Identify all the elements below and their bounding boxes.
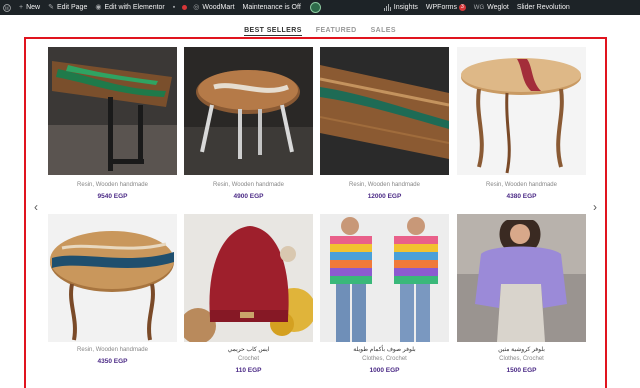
product-categories: Resin, Wooden handmade xyxy=(77,347,148,353)
product-categories: Resin, Wooden handmade xyxy=(349,182,420,188)
product-image[interactable] xyxy=(320,47,449,175)
admin-bar: W + New ✎ Edit Page ◉ Edit with Elementor ▪… xyxy=(0,0,640,15)
tab-sales[interactable]: SALES xyxy=(371,27,396,36)
product-categories: Resin, Wooden handmade xyxy=(486,182,557,188)
product-price: 9540 EGP xyxy=(97,193,128,200)
product-price: 12000 EGP xyxy=(367,193,402,200)
product-price: 4380 EGP xyxy=(506,193,537,200)
slider-revolution-menu[interactable]: Slider Revolution xyxy=(513,0,574,15)
product-image[interactable] xyxy=(320,214,449,342)
insights-icon xyxy=(383,4,391,11)
wpforms-menu[interactable]: WPForms 3 xyxy=(422,0,470,15)
product-card[interactable]: Resin, Wooden handmade 4350 EGP xyxy=(48,214,177,366)
svg-text:W: W xyxy=(5,5,10,11)
product-price: 1000 EGP xyxy=(369,367,400,374)
wpforms-count-badge: 3 xyxy=(459,4,466,11)
product-card[interactable]: Resin, Wooden handmade 9540 EGP xyxy=(48,47,177,201)
carousel-prev-arrow-icon[interactable]: ‹ xyxy=(31,200,41,214)
product-card[interactable]: بلوفر صوف بأكمام طويلة Clothes, Crochet … xyxy=(320,214,449,375)
product-title[interactable]: بلوفر صوف بأكمام طويلة xyxy=(320,347,449,354)
status-dot-icon xyxy=(182,5,188,10)
product-image[interactable] xyxy=(457,47,586,175)
tab-featured[interactable]: FEATURED xyxy=(316,27,357,36)
product-card[interactable]: بلوفر كروشية مثين Clothes, Crochet 1500 … xyxy=(457,214,586,375)
product-price: 4350 EGP xyxy=(97,358,128,365)
tab-best-sellers[interactable]: BEST SELLERS xyxy=(244,27,302,36)
product-card[interactable]: Resin, Wooden handmade 12000 EGP xyxy=(320,47,449,201)
product-card[interactable]: Resin, Wooden handmade 4380 EGP xyxy=(457,47,586,201)
product-image[interactable] xyxy=(48,47,177,175)
new-menu[interactable]: + New xyxy=(15,0,44,15)
product-card[interactable]: ايس كاب حريمي Crochet 110 EGP xyxy=(184,214,313,375)
wordpress-logo[interactable]: W xyxy=(0,0,15,15)
product-categories: Clothes, Crochet xyxy=(499,356,544,362)
carousel-next-arrow-icon[interactable]: › xyxy=(590,200,600,214)
weglot-menu[interactable]: WG Weglot xyxy=(470,0,513,15)
product-title[interactable]: ايس كاب حريمي xyxy=(184,347,313,354)
weglot-icon: WG xyxy=(473,4,485,11)
product-title[interactable]: بلوفر كروشية مثين xyxy=(457,347,586,354)
woodmart-menu[interactable]: ◎ WoodMart xyxy=(189,0,238,15)
product-card[interactable]: Resin, Wooden handmade 4900 EGP xyxy=(184,47,313,201)
product-price: 4900 EGP xyxy=(233,193,264,200)
wordpress-icon: W xyxy=(3,3,11,12)
maintenance-status[interactable]: Maintenance is Off xyxy=(239,0,305,15)
product-image[interactable] xyxy=(184,47,313,175)
edit-page-link[interactable]: ✎ Edit Page xyxy=(44,0,91,15)
product-categories: Resin, Wooden handmade xyxy=(213,182,284,188)
product-categories: Resin, Wooden handmade xyxy=(77,182,148,188)
cache-icon[interactable]: ▪ xyxy=(169,0,180,15)
elementor-icon: ◉ xyxy=(95,4,102,11)
product-image[interactable] xyxy=(457,214,586,342)
plus-icon: + xyxy=(19,4,24,11)
flag-icon: ▪ xyxy=(172,4,176,11)
product-price: 1500 EGP xyxy=(506,367,537,374)
product-categories: Clothes, Crochet xyxy=(362,356,407,362)
user-avatar-icon[interactable] xyxy=(309,2,321,13)
product-categories: Crochet xyxy=(237,356,259,362)
product-price: 110 EGP xyxy=(235,367,262,374)
insights-menu[interactable]: Insights xyxy=(380,0,422,15)
pencil-icon: ✎ xyxy=(48,4,54,11)
product-image[interactable] xyxy=(184,214,313,342)
woodmart-icon: ◎ xyxy=(193,4,200,11)
product-image[interactable] xyxy=(48,214,177,342)
product-tabs: BEST SELLERS FEATURED SALES xyxy=(0,27,640,36)
edit-elementor-link[interactable]: ◉ Edit with Elementor xyxy=(91,0,168,15)
